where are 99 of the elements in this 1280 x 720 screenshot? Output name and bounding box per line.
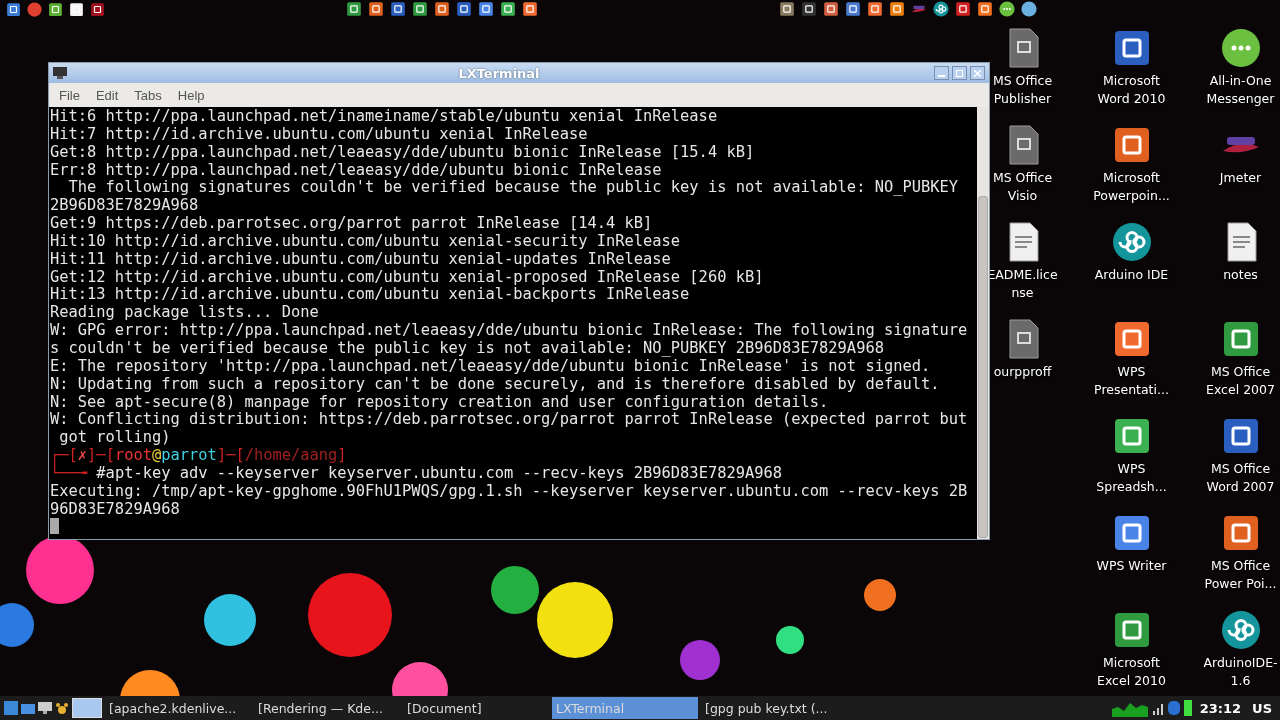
terminal-line: 2B96D83E7829A968 (50, 197, 200, 216)
circle-app-icon[interactable] (1021, 1, 1037, 17)
terminal-line: N: Updating from such a repository can't be done securely, and is therefore disabled by default. (50, 375, 941, 394)
app-icon[interactable] (889, 1, 905, 17)
monitor-icon (53, 67, 67, 79)
menu-item[interactable]: Tabs (128, 85, 168, 105)
maximize-icon (956, 69, 963, 77)
bluetooth-icon (1167, 701, 1180, 715)
app-icon[interactable] (434, 1, 450, 17)
app-icon[interactable] (390, 1, 406, 17)
icon-label[interactable]: ourpproff (993, 363, 1052, 381)
icon-label[interactable]: Microsoft Powerpoin... (1093, 169, 1170, 205)
prompt-text: @ (152, 446, 162, 465)
window-title: LXTerminal (457, 65, 541, 81)
terminal-line: Get:12 http://id.archive.ubuntu.com/ubuntu xenial-proposed InRelease [260 kB] (50, 268, 765, 287)
app-icon[interactable] (456, 1, 472, 17)
terminal-line: Reading package lists... Done (50, 304, 320, 323)
icon-label[interactable]: Microsoft Excel 2010 (1097, 654, 1166, 690)
keyboard-layout[interactable]: US (1248, 700, 1276, 716)
signal-icon (1150, 701, 1165, 715)
terminal-line: W: Conflicting distribution: https://deb.parrotsec.org/parrot parrot InRelease (expected parrot but (50, 411, 969, 430)
paw-icon[interactable] (55, 701, 69, 715)
chat-bubble-icon[interactable] (1220, 28, 1261, 68)
icon-label[interactable]: All-in-One Messenger (1206, 72, 1275, 108)
icon-label[interactable]: Microsoft Word 2010 (1097, 72, 1166, 108)
task-button[interactable]: [Rendering — Kde... (254, 697, 400, 719)
terminal-line: E: The repository 'http://ppa.launchpad.net/leaeasy/dde/ubuntu bionic InRelease' is not signed. (50, 357, 932, 376)
icon-label[interactable]: MS Office Publisher (992, 72, 1053, 108)
infinity-icon[interactable] (933, 1, 949, 17)
close-button[interactable] (970, 66, 985, 80)
infinity-icon[interactable] (1111, 222, 1152, 262)
app-icon[interactable] (368, 1, 384, 17)
terminal-line: s couldn't be verified because the public key is not available: NO_PUBKEY 2B96D83E7829A968 (50, 339, 885, 358)
monitor-icon[interactable] (38, 701, 52, 715)
prompt-text: ┌─[ (50, 446, 78, 465)
prompt-text: /home/aang (244, 446, 338, 465)
terminal-line: Get:8 http://ppa.launchpad.net/leaeasy/dde/ubuntu bionic InRelease [15.4 kB] (50, 143, 756, 162)
app-icon[interactable] (955, 1, 971, 17)
icon-label[interactable]: MS Office Excel 2007 (1206, 363, 1275, 399)
icon-label[interactable]: ArduinoIDE- 1.6 (1203, 654, 1278, 690)
terminal-line: Hit:11 http://id.archive.ubuntu.com/ubuntu xenial-updates InRelease (50, 250, 672, 269)
icon-label[interactable]: WPS Presentati... (1094, 363, 1169, 399)
terminal-line: The following signatures couldn't be verified because the public key is not available: NO_PUBKEY (67, 179, 960, 198)
terminal-line: Hit:13 http://id.archive.ubuntu.com/ubuntu xenial-backports InRelease (50, 286, 691, 305)
icon-label[interactable]: WPS Spreadsh... (1096, 460, 1167, 496)
app-icon[interactable] (867, 1, 883, 17)
menu-item[interactable]: Edit (89, 85, 125, 105)
terminal-line: got rolling) (58, 429, 172, 448)
prompt-text: ]─[ (216, 446, 245, 465)
menu-item[interactable]: Help (171, 85, 211, 105)
prompt-text: parrot (161, 446, 217, 465)
icon-label[interactable]: Arduino IDE (1094, 266, 1169, 284)
minimize-button[interactable] (934, 66, 949, 80)
app-icon[interactable] (346, 1, 362, 17)
icon-label[interactable]: EADME.lice nse (987, 266, 1058, 302)
folder-icon[interactable] (21, 701, 35, 715)
prompt-text: root (114, 446, 152, 465)
text-cursor (50, 518, 59, 535)
icon-label[interactable]: MS Office Power Poi... (1204, 557, 1277, 593)
terminal-line: Executing: /tmp/apt-key-gpghome.90FhU1PWQS/gpg.1.sh --keyserver keyserver.ubuntu.com --recv-keys 2B (50, 482, 969, 501)
scrollbar[interactable] (977, 107, 989, 539)
app-icon[interactable] (845, 1, 861, 17)
app-icon[interactable] (823, 1, 839, 17)
chat-bubble-icon[interactable] (999, 1, 1015, 17)
terminal-line: Get:9 https://deb.parrotsec.org/parrot parrot InRelease [14.4 kB] (50, 215, 654, 233)
app-icon[interactable] (522, 1, 538, 17)
prompt-text: ]─[ (87, 446, 115, 465)
prompt-text: └──╼ (50, 463, 89, 482)
icon-label[interactable]: MS Office Word 2007 (1206, 460, 1275, 496)
prompt-text: ] (337, 446, 347, 465)
task-button[interactable]: [Document] (403, 697, 549, 719)
clock[interactable]: 23:12 (1195, 700, 1246, 716)
app-icon[interactable] (977, 1, 993, 17)
prompt-text: ✗ (77, 446, 88, 465)
app-icon[interactable] (478, 1, 494, 17)
terminal-line: Err:8 http://ppa.launchpad.net/leaeasy/dde/ubuntu bionic InRelease (50, 161, 663, 180)
icon-label[interactable]: MS Office Visio (992, 169, 1053, 205)
battery-icon (1182, 699, 1193, 717)
icon-label[interactable]: Jmeter (1219, 169, 1262, 187)
terminal-line: Hit:6 http://ppa.launchpad.net/inameiname/stable/ubuntu xenial InRelease (50, 108, 719, 126)
close-icon (974, 69, 981, 77)
infinity-icon[interactable] (1220, 610, 1261, 650)
terminal-line: W: GPG error: http://ppa.launchpad.net/leaeasy/dde/ubuntu bionic InRelease: The following signature (50, 322, 969, 340)
terminal-line: N: See apt-secure(8) manpage for repository creation and user configuration details. (50, 393, 830, 412)
app-icon[interactable] (779, 1, 795, 17)
maximize-button[interactable] (952, 66, 967, 80)
terminal-line: 96D83E7829A968 (50, 500, 181, 519)
app-icon[interactable] (500, 1, 516, 17)
app-icon[interactable] (412, 1, 428, 17)
terminal-line: Hit:7 http://id.archive.ubuntu.com/ubuntu xenial InRelease (50, 125, 589, 144)
menu-item[interactable]: File (53, 85, 86, 105)
prompt-text: #apt-key adv --keyserver keyserver.ubuntu.com --recv-keys 2B96D83E7829A968 (96, 463, 783, 482)
task-button[interactable]: [gpg pub key.txt (... (701, 697, 847, 719)
app-icon[interactable] (801, 1, 817, 17)
circle-app-icon[interactable] (27, 1, 42, 17)
task-button[interactable]: [apache2.kdenlive... (105, 697, 251, 719)
terminal-line: Hit:10 http://id.archive.ubuntu.com/ubuntu xenial-security InRelease (50, 232, 682, 251)
icon-label[interactable]: notes (1223, 266, 1258, 284)
icon-label[interactable]: WPS Writer (1096, 557, 1167, 575)
